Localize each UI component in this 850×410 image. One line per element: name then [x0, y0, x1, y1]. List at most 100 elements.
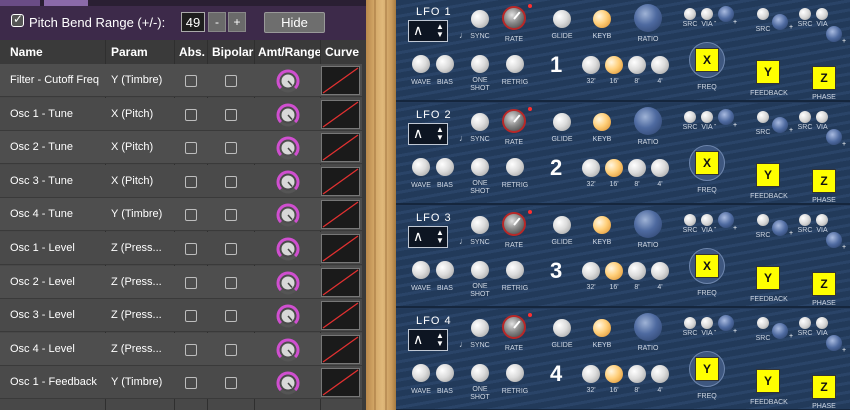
row-param[interactable]: X (Pitch)	[111, 175, 153, 187]
feedback-src-button[interactable]	[757, 8, 769, 20]
freq-via-button[interactable]	[701, 317, 713, 329]
abs-checkbox[interactable]	[185, 310, 197, 323]
freq-control[interactable]: X	[689, 42, 725, 78]
retrig-button[interactable]	[506, 55, 524, 73]
feedback-src-button[interactable]	[757, 214, 769, 226]
feedback-src-button[interactable]	[757, 111, 769, 123]
octave-16-button[interactable]	[605, 365, 623, 383]
feedback-src-button[interactable]	[757, 317, 769, 329]
phase-mod-knob[interactable]	[826, 129, 842, 145]
octave-8-button[interactable]	[628, 159, 646, 177]
table-row[interactable]: Osc 1 - Tune X (Pitch)	[0, 97, 362, 131]
rate-knob[interactable]	[502, 109, 526, 133]
octave-4-button[interactable]	[651, 365, 669, 383]
freq-control[interactable]: Y	[689, 351, 725, 387]
freq-axis-button[interactable]: Y	[695, 357, 719, 381]
bias-button[interactable]	[436, 55, 454, 73]
bipolar-checkbox[interactable]	[225, 142, 237, 155]
rate-knob[interactable]	[502, 6, 526, 30]
freq-control[interactable]: X	[689, 145, 725, 181]
waveform-selector[interactable]: ∧ ▲ ▼	[408, 20, 448, 42]
feedback-axis-button[interactable]: Y	[756, 266, 780, 290]
table-row[interactable]: Osc 2 - Level Z (Press...	[0, 265, 362, 299]
bias-button[interactable]	[436, 158, 454, 176]
octave-8-button[interactable]	[628, 56, 646, 74]
abs-checkbox[interactable]	[185, 142, 197, 155]
octave-4-button[interactable]	[651, 159, 669, 177]
amount-knob-icon[interactable]	[276, 304, 300, 328]
abs-checkbox[interactable]	[185, 209, 197, 222]
octave-32-button[interactable]	[582, 159, 600, 177]
phase-src-button[interactable]	[799, 111, 811, 123]
ratio-knob[interactable]	[634, 313, 662, 341]
bipolar-checkbox[interactable]	[225, 209, 237, 222]
glide-button[interactable]	[553, 113, 571, 131]
bipolar-checkbox[interactable]	[225, 343, 237, 356]
ratio-knob[interactable]	[634, 107, 662, 135]
octave-16-button[interactable]	[605, 262, 623, 280]
freq-via-button[interactable]	[701, 8, 713, 20]
freq-src-button[interactable]	[684, 214, 696, 226]
waveform-selector[interactable]: ∧ ▲ ▼	[408, 329, 448, 351]
amount-knob-icon[interactable]	[276, 237, 300, 261]
keyb-button[interactable]	[593, 216, 611, 234]
amount-knob-icon[interactable]	[276, 170, 300, 194]
octave-16-button[interactable]	[605, 56, 623, 74]
octave-32-button[interactable]	[582, 262, 600, 280]
curve-editor[interactable]	[321, 334, 360, 364]
abs-checkbox[interactable]	[185, 343, 197, 356]
feedback-mod-knob[interactable]	[772, 14, 788, 30]
phase-axis-button[interactable]: Z	[812, 169, 836, 193]
octave-32-button[interactable]	[582, 56, 600, 74]
curve-editor[interactable]	[321, 166, 360, 196]
octave-16-button[interactable]	[605, 159, 623, 177]
phase-via-button[interactable]	[816, 111, 828, 123]
row-param[interactable]: X (Pitch)	[111, 141, 153, 153]
bipolar-checkbox[interactable]	[225, 243, 237, 255]
wave-button[interactable]	[412, 261, 430, 279]
phase-axis-button[interactable]: Z	[812, 272, 836, 296]
phase-via-button[interactable]	[816, 317, 828, 329]
curve-editor[interactable]	[321, 267, 360, 297]
sync-button[interactable]	[471, 216, 489, 234]
rate-knob[interactable]	[502, 212, 526, 236]
curve-editor[interactable]	[321, 99, 360, 129]
bipolar-checkbox[interactable]	[225, 175, 237, 188]
bipolar-checkbox[interactable]	[225, 377, 237, 390]
table-row[interactable]: Osc 3 - Tune X (Pitch)	[0, 164, 362, 198]
phase-via-button[interactable]	[816, 214, 828, 226]
row-param[interactable]: Z (Press...	[111, 309, 162, 321]
retrig-button[interactable]	[506, 261, 524, 279]
table-row[interactable]: Osc 3 - Level Z (Press...	[0, 299, 362, 333]
freq-axis-button[interactable]: X	[695, 151, 719, 175]
row-param[interactable]: Z (Press...	[111, 343, 162, 355]
abs-checkbox[interactable]	[185, 175, 197, 188]
table-row[interactable]: Osc 2 - Tune X (Pitch)	[0, 131, 362, 165]
row-param[interactable]: Y (Timbre)	[111, 376, 162, 388]
amount-knob-icon[interactable]	[276, 371, 300, 395]
sync-button[interactable]	[471, 10, 489, 28]
freq-via-button[interactable]	[701, 214, 713, 226]
retrig-button[interactable]	[506, 158, 524, 176]
amount-knob-icon[interactable]	[276, 103, 300, 127]
phase-via-button[interactable]	[816, 8, 828, 20]
phase-src-button[interactable]	[799, 214, 811, 226]
phase-mod-knob[interactable]	[826, 232, 842, 248]
octave-4-button[interactable]	[651, 56, 669, 74]
one-shot-button[interactable]	[471, 261, 489, 279]
pitch-bend-checkbox[interactable]	[11, 12, 24, 27]
freq-control[interactable]: X	[689, 248, 725, 284]
phase-axis-button[interactable]: Z	[812, 375, 836, 399]
pitch-bend-decrement-button[interactable]: -	[208, 12, 226, 32]
feedback-axis-button[interactable]: Y	[756, 60, 780, 84]
freq-src-button[interactable]	[684, 317, 696, 329]
one-shot-button[interactable]	[471, 158, 489, 176]
waveform-selector[interactable]: ∧ ▲ ▼	[408, 226, 448, 248]
waveform-selector[interactable]: ∧ ▲ ▼	[408, 123, 448, 145]
wave-button[interactable]	[412, 158, 430, 176]
bias-button[interactable]	[436, 261, 454, 279]
row-param[interactable]: Y (Timbre)	[111, 208, 162, 220]
freq-src-button[interactable]	[684, 111, 696, 123]
amount-knob-icon[interactable]	[276, 271, 300, 295]
feedback-mod-knob[interactable]	[772, 323, 788, 339]
